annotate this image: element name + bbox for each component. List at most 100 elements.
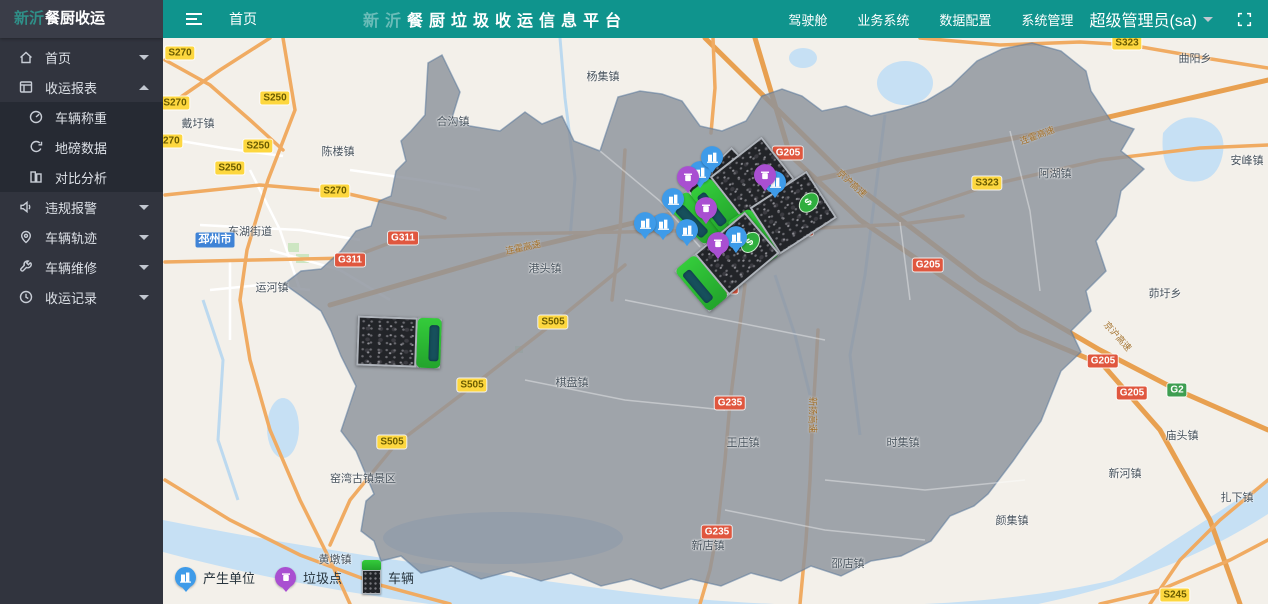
sidebar-item-label: 车辆维修 bbox=[45, 258, 139, 277]
map-town-label: 窑湾古镇景区 bbox=[330, 470, 396, 486]
road-badge: S270 bbox=[165, 47, 194, 60]
sidebar-item-vehicle-weighing[interactable]: 车辆称重 bbox=[0, 102, 163, 132]
garbage-point-pin-icon bbox=[275, 567, 296, 588]
home-icon bbox=[18, 49, 35, 66]
top-nav-item[interactable]: 系统管理 bbox=[1021, 10, 1073, 29]
top-nav-item[interactable]: 业务系统 bbox=[857, 10, 909, 29]
map-town-label: 曲阳乡 bbox=[1179, 50, 1212, 66]
map-town-label: 棋盘镇 bbox=[556, 374, 589, 390]
tab-home[interactable]: 首页 bbox=[229, 9, 257, 29]
map-town-label: 杨集镇 bbox=[587, 68, 620, 84]
legend-label: 垃圾点 bbox=[303, 568, 342, 587]
road-badge: S250 bbox=[215, 162, 244, 175]
chevron-down-icon bbox=[139, 55, 149, 60]
main-area: 首页 新沂餐厨垃圾收运信息平台 驾驶舱业务系统数据配置系统管理 超级管理员(sa… bbox=[163, 0, 1268, 604]
producer-pin[interactable] bbox=[634, 212, 656, 234]
refresh-gauge-icon bbox=[28, 139, 45, 156]
truck-windshield bbox=[428, 325, 439, 361]
map-town-label: 新河镇 bbox=[1109, 465, 1142, 481]
sidebar-item-label: 首页 bbox=[45, 48, 139, 67]
garbage-point-pin[interactable] bbox=[707, 232, 729, 254]
map-town-label: 运河镇 bbox=[256, 279, 289, 295]
top-header: 首页 新沂餐厨垃圾收运信息平台 驾驶舱业务系统数据配置系统管理 超级管理员(sa… bbox=[163, 0, 1268, 38]
map-town-label: 陈楼镇 bbox=[322, 143, 355, 159]
road-badge: S323 bbox=[1112, 38, 1141, 50]
expressway-label: 新扬高速 bbox=[807, 397, 820, 433]
truck-bed bbox=[356, 316, 418, 368]
map-town-label: 颜集镇 bbox=[996, 512, 1029, 528]
map-town-label: 庙头镇 bbox=[1166, 427, 1199, 443]
user-menu[interactable]: 超级管理员(sa) bbox=[1089, 7, 1213, 31]
clock-icon bbox=[18, 289, 35, 306]
road-badge: G235 bbox=[702, 526, 732, 539]
sidebar-item-weighbridge-data[interactable]: 地磅数据 bbox=[0, 132, 163, 162]
road-badge: G2 bbox=[1167, 384, 1186, 397]
sidebar-item-vehicle-repair[interactable]: 车辆维修 bbox=[0, 252, 163, 282]
garbage-point-pin[interactable] bbox=[677, 166, 699, 188]
map-town-label: 时集镇 bbox=[887, 434, 920, 450]
map-legend: 产生单位垃圾点车辆 bbox=[175, 560, 414, 594]
garbage-point-pin[interactable] bbox=[695, 197, 717, 219]
app-window: 新沂餐厨收运 首页收运报表车辆称重地磅数据对比分析违规报警车辆轨迹车辆维修收运记… bbox=[0, 0, 1268, 604]
map-pin-icon bbox=[18, 229, 35, 246]
producer-pin[interactable] bbox=[701, 146, 723, 168]
road-badge: S250 bbox=[260, 92, 289, 105]
sidebar-item-vehicle-track[interactable]: 车辆轨迹 bbox=[0, 222, 163, 252]
chevron-up-icon bbox=[139, 85, 149, 90]
chevron-down-icon bbox=[139, 205, 149, 210]
map-town-label: 新店镇 bbox=[692, 537, 725, 553]
road-badge: G205 bbox=[1088, 355, 1118, 368]
map-town-label: 阿湖镇 bbox=[1039, 165, 1072, 181]
sidebar-item-label: 对比分析 bbox=[55, 168, 149, 187]
road-badge: 邳州市 bbox=[196, 233, 235, 248]
vehicle-icon bbox=[362, 560, 381, 594]
sidebar-item-label: 车辆轨迹 bbox=[45, 228, 139, 247]
road-badge: S245 bbox=[1160, 589, 1189, 602]
page-title-prefix: 新沂 bbox=[363, 13, 407, 30]
producer-pin[interactable] bbox=[676, 219, 698, 241]
top-nav-item[interactable]: 数据配置 bbox=[939, 10, 991, 29]
road-badge: G311 bbox=[335, 254, 365, 267]
map-town-label: 港头镇 bbox=[529, 260, 562, 276]
top-nav: 驾驶舱 业务系统 数据配置 系统管理 bbox=[788, 10, 1073, 29]
road-badge: S323 bbox=[972, 177, 1001, 190]
app-logo-name: 餐厨收运 bbox=[45, 10, 105, 27]
chevron-down-icon bbox=[139, 295, 149, 300]
map-town-label: 茆圩乡 bbox=[1149, 285, 1182, 301]
vehicle-marker[interactable] bbox=[356, 316, 442, 369]
sidebar-menu: 首页收运报表车辆称重地磅数据对比分析违规报警车辆轨迹车辆维修收运记录 bbox=[0, 38, 163, 604]
road-badge: S250 bbox=[243, 140, 272, 153]
legend-item-garbage-point: 垃圾点 bbox=[275, 567, 342, 588]
gauge-icon bbox=[28, 109, 45, 126]
compare-icon bbox=[28, 169, 45, 186]
road-badge: G205 bbox=[1117, 387, 1147, 400]
road-badge: S270 bbox=[163, 135, 183, 148]
map-town-label: 东湖街道 bbox=[228, 223, 272, 239]
map-town-label: 邵店镇 bbox=[832, 555, 865, 571]
collapse-sidebar-icon[interactable] bbox=[185, 11, 203, 27]
wrench-icon bbox=[18, 259, 35, 276]
sidebar-item-label: 地磅数据 bbox=[55, 138, 149, 157]
top-nav-item[interactable]: 驾驶舱 bbox=[788, 10, 827, 29]
sidebar-item-home[interactable]: 首页 bbox=[0, 42, 163, 72]
road-badge: G205 bbox=[913, 259, 943, 272]
sidebar-item-label: 车辆称重 bbox=[55, 108, 149, 127]
sidebar-item-violation-alarm[interactable]: 违规报警 bbox=[0, 192, 163, 222]
sidebar-item-collection-records[interactable]: 收运记录 bbox=[0, 282, 163, 312]
sidebar-item-comparison-analysis[interactable]: 对比分析 bbox=[0, 162, 163, 192]
map-town-label: 安峰镇 bbox=[1231, 152, 1264, 168]
road-badge: S505 bbox=[538, 316, 567, 329]
garbage-point-pin[interactable] bbox=[754, 164, 776, 186]
road-badge: G235 bbox=[715, 397, 745, 410]
sidebar-item-label: 收运报表 bbox=[45, 78, 139, 97]
legend-label: 产生单位 bbox=[203, 568, 255, 587]
app-logo: 新沂餐厨收运 bbox=[0, 0, 163, 38]
producer-pin[interactable] bbox=[662, 188, 684, 210]
road-badge: S270 bbox=[163, 97, 190, 110]
sidebar-item-reports[interactable]: 收运报表 bbox=[0, 72, 163, 102]
map-town-label: 扎下镇 bbox=[1221, 489, 1254, 505]
map-town-label: 王庄镇 bbox=[727, 434, 760, 450]
chevron-down-icon bbox=[139, 235, 149, 240]
map-canvas[interactable]: 杨集镇合沟镇戴圩镇陈楼镇曲阳乡安峰镇阿湖镇茆圩乡东湖街道运河镇港头镇北沟镇棋盘镇… bbox=[163, 38, 1268, 604]
fullscreen-icon[interactable] bbox=[1237, 12, 1252, 27]
